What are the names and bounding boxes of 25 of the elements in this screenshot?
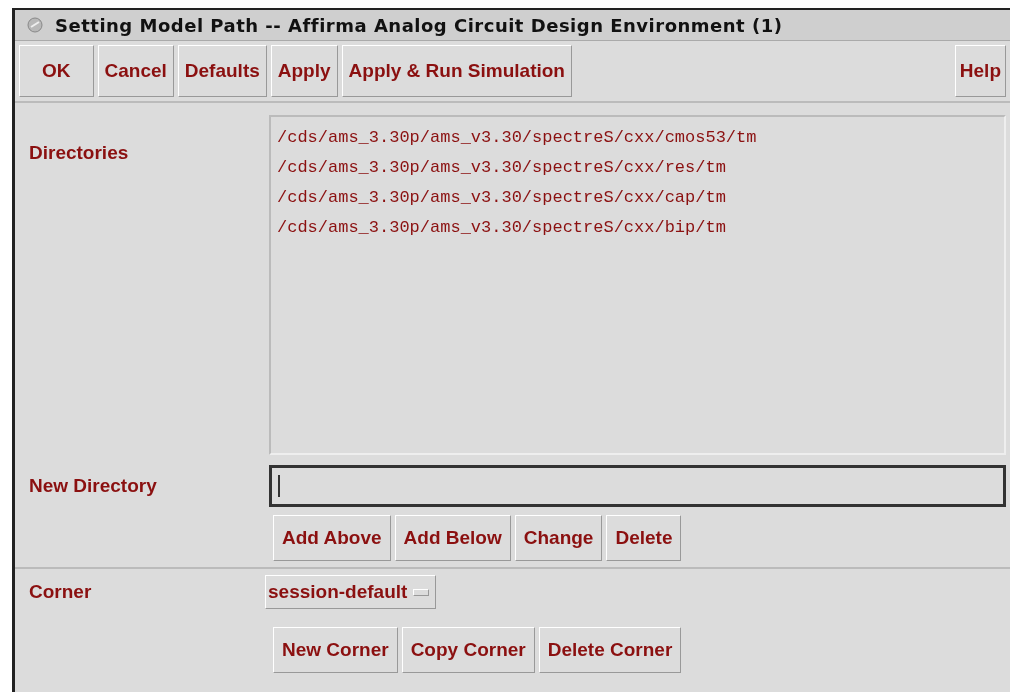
corner-action-button[interactable]: New Corner — [273, 627, 398, 673]
corner-dropdown[interactable]: session-default — [265, 575, 437, 609]
text-cursor-icon — [278, 475, 280, 497]
directory-item[interactable]: /cds/ams_3.30p/ams_v3.30/spectreS/cxx/bip/tm — [277, 213, 998, 243]
directory-item[interactable]: /cds/ams_3.30p/ams_v3.30/spectreS/cxx/cap/tm — [277, 183, 998, 213]
corner-action-button[interactable]: Copy Corner — [401, 627, 535, 673]
new-directory-label: New Directory — [29, 475, 158, 497]
toolbar-button[interactable]: OK — [19, 45, 94, 97]
dropdown-indicator-icon — [413, 588, 430, 596]
window-title: Setting Model Path -- Affirma Analog Circuit Design Environment (1) — [55, 14, 783, 36]
directory-action-button[interactable]: Change — [514, 515, 603, 561]
toolbar-button[interactable]: Apply & Run Simulation — [341, 45, 572, 97]
directory-action-button[interactable]: Add Below — [394, 515, 511, 561]
toolbar-button[interactable]: Apply — [270, 45, 338, 97]
directory-item[interactable]: /cds/ams_3.30p/ams_v3.30/spectreS/cxx/cmos53/tm — [277, 123, 998, 153]
corner-label: Corner — [29, 581, 93, 603]
new-directory-field[interactable] — [269, 465, 1006, 507]
toolbar-button[interactable]: Cancel — [97, 45, 174, 97]
toolbar-button[interactable]: Defaults — [177, 45, 267, 97]
directory-item[interactable]: /cds/ams_3.30p/ams_v3.30/spectreS/cxx/res/tm — [277, 153, 998, 183]
directory-action-button[interactable]: Delete — [606, 515, 682, 561]
corner-action-button[interactable]: Delete Corner — [538, 627, 682, 673]
directory-action-button[interactable]: Add Above — [273, 515, 391, 561]
help-button[interactable]: Help — [954, 45, 1006, 97]
directories-label: Directories — [29, 142, 130, 164]
